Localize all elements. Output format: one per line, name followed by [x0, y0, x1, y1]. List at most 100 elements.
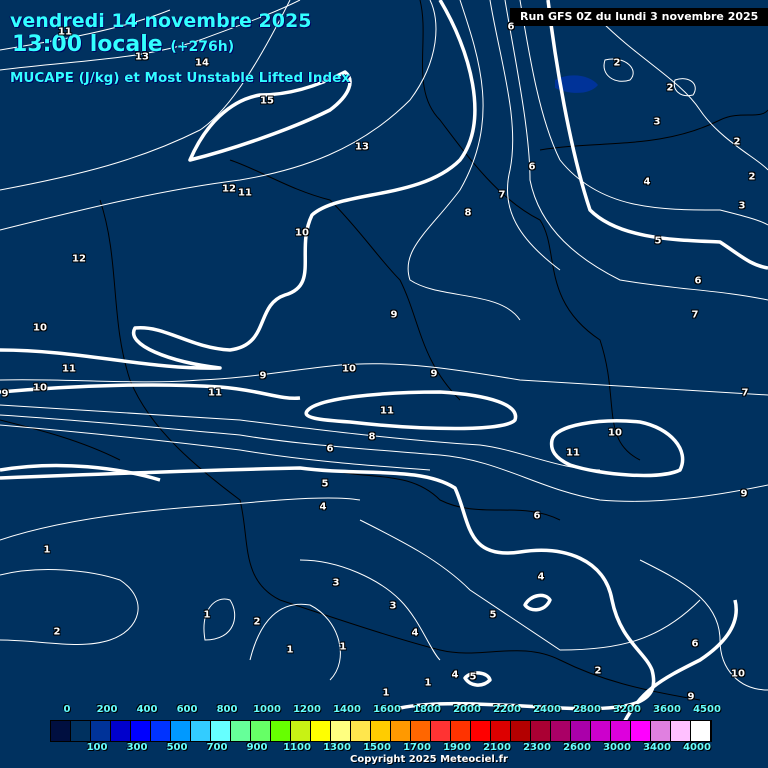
legend-swatch: [551, 721, 571, 741]
legend-swatch: [311, 721, 331, 741]
contour-label: 1: [286, 644, 294, 656]
contour-label: 2: [253, 616, 261, 628]
contour-label: 10: [33, 322, 47, 334]
contour-label: 11: [566, 447, 580, 459]
legend-label: 600: [176, 704, 198, 715]
legend-label: 1500: [363, 742, 391, 753]
legend-swatch: [451, 721, 471, 741]
contour-5-blob: [523, 593, 552, 612]
legend-label: 2800: [573, 704, 601, 715]
contour-label: 10: [731, 668, 745, 680]
contour-label: 5: [654, 235, 662, 247]
legend-label: 0: [63, 704, 71, 715]
thin-contours: [0, 0, 768, 691]
contour-label: 3: [389, 600, 397, 612]
legend-swatch: [51, 721, 71, 741]
contour-label: 6: [691, 638, 699, 650]
contour-label: 6: [326, 443, 334, 455]
contour-label: 7: [498, 189, 506, 201]
thick-contours: [0, 0, 768, 731]
legend-swatch: [491, 721, 511, 741]
legend-swatch: [371, 721, 391, 741]
legend-swatch: [591, 721, 611, 741]
forecast-time: 13:00 locale (+276h): [12, 32, 234, 57]
contour-label: 9: [1, 388, 9, 400]
contour-label: 8: [368, 431, 376, 443]
contour-label: 3: [332, 577, 340, 589]
legend-label: 2200: [493, 704, 521, 715]
contour-label: 10: [342, 363, 356, 375]
legend-swatch: [511, 721, 531, 741]
legend-label: 1200: [293, 704, 321, 715]
legend-label: 1600: [373, 704, 401, 715]
contour-label: 2: [748, 171, 756, 183]
contour-label: 11: [58, 26, 72, 38]
contour-label: 11: [380, 405, 394, 417]
contour-label: 10: [295, 227, 309, 239]
contour-label: 13: [135, 51, 149, 63]
legend-swatch: [411, 721, 431, 741]
legend-label: 2600: [563, 742, 591, 753]
contour-label: 6: [694, 275, 702, 287]
contour-label: 2: [733, 136, 741, 148]
legend-label: 3400: [643, 742, 671, 753]
contour-label: 3: [653, 116, 661, 128]
legend-swatch: [191, 721, 211, 741]
contour-label: 4: [319, 501, 327, 513]
contour-label: 10: [608, 427, 622, 439]
legend-label: 700: [206, 742, 228, 753]
legend-swatch: [651, 721, 671, 741]
contour-label: 4: [643, 176, 651, 188]
contour-label: 5: [321, 478, 329, 490]
weather-map: [0, 0, 768, 731]
legend-label: 1000: [253, 704, 281, 715]
legend-label: 3600: [653, 704, 681, 715]
legend-swatch: [171, 721, 191, 741]
contour-label: 15: [260, 95, 274, 107]
legend-label: 400: [136, 704, 158, 715]
legend-swatch: [91, 721, 111, 741]
contour-label: 8: [464, 207, 472, 219]
legend-swatch: [111, 721, 131, 741]
country-borders: [0, 0, 768, 701]
legend-label: 2000: [453, 704, 481, 715]
legend-label: 1100: [283, 742, 311, 753]
contour-label: 14: [195, 57, 209, 69]
legend-swatch: [531, 721, 551, 741]
legend-label: 4500: [693, 704, 721, 715]
legend-label: 2100: [483, 742, 511, 753]
contour-label: 9: [740, 488, 748, 500]
contour-label: 5: [489, 609, 497, 621]
contour-label: 7: [691, 309, 699, 321]
contour-label: 6: [533, 510, 541, 522]
contour-label: 11: [208, 387, 222, 399]
contour-label: 2: [594, 665, 602, 677]
legend-label: 1700: [403, 742, 431, 753]
legend-swatch: [571, 721, 591, 741]
legend-swatch: [71, 721, 91, 741]
contour-label: 4: [451, 669, 459, 681]
contour-label: 4: [537, 571, 545, 583]
lead-time: (+276h): [170, 39, 235, 55]
contour-label: 2: [666, 82, 674, 94]
legend-swatch: [291, 721, 311, 741]
legend-swatch: [251, 721, 271, 741]
contour-label: 10: [33, 382, 47, 394]
legend-label: 2300: [523, 742, 551, 753]
legend-swatch: [271, 721, 291, 741]
legend-swatch: [131, 721, 151, 741]
legend-swatch: [691, 721, 711, 741]
legend-label: 100: [86, 742, 108, 753]
legend-swatch: [671, 721, 691, 741]
legend-label: 1900: [443, 742, 471, 753]
contour-label: 6: [507, 21, 515, 33]
contour-label: 1: [339, 641, 347, 653]
contour-label: 3: [738, 200, 746, 212]
legend-swatch: [211, 721, 231, 741]
contour-label: 9: [259, 370, 267, 382]
legend-label: 3200: [613, 704, 641, 715]
contour-label: 11: [238, 187, 252, 199]
contour-label: 9: [430, 368, 438, 380]
contour-label: 2: [53, 626, 61, 638]
legend-swatch: [331, 721, 351, 741]
